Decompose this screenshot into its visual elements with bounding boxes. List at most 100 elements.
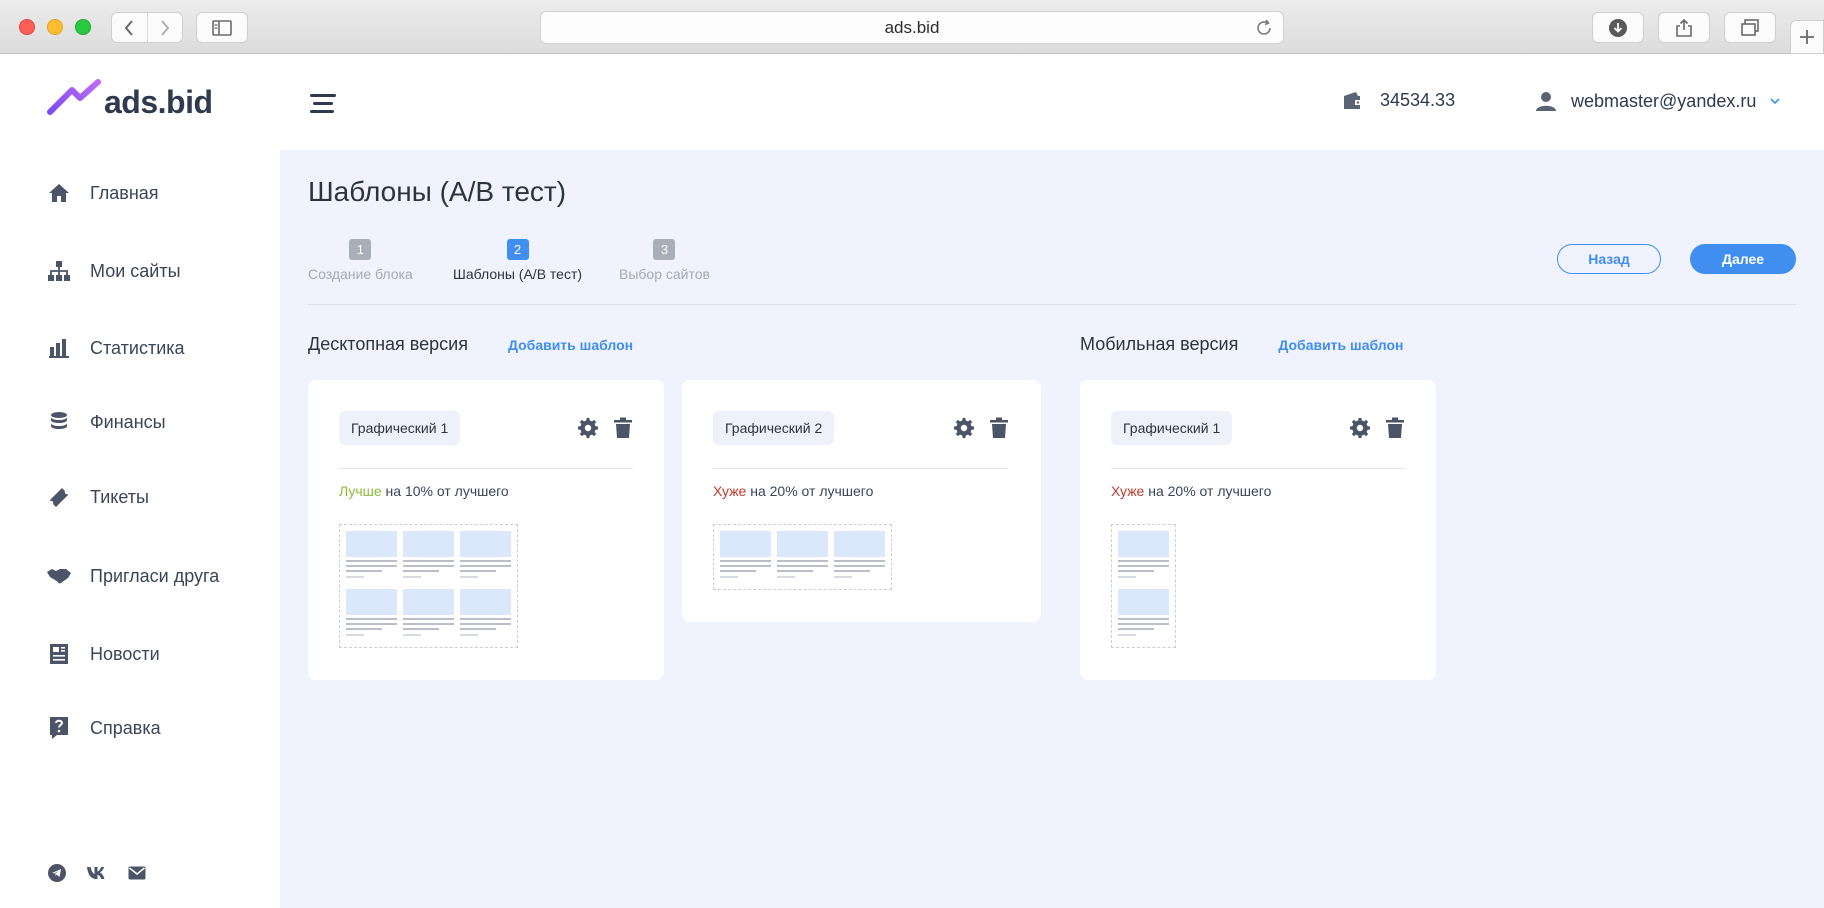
divider [308, 304, 1796, 305]
sidebar-item-label: Новости [90, 643, 160, 664]
sidebar-item-label: Статистика [90, 337, 185, 358]
new-tab-button[interactable] [1790, 20, 1824, 54]
social-links [46, 862, 148, 884]
telegram-icon[interactable] [46, 862, 68, 884]
ad-thumbnail [344, 587, 399, 643]
template-preview[interactable] [339, 524, 518, 648]
app-window: ads.bid 34534.33 webmaster@yandex.ru Гла… [0, 54, 1824, 908]
sidebar-item-label: Тикеты [90, 486, 149, 507]
add-template-link[interactable]: Добавить шаблон [1278, 337, 1403, 353]
sidebar-item-label: Мои сайты [90, 260, 181, 281]
sidebar-item-my-sites[interactable]: Мои сайты [46, 256, 181, 286]
trash-icon[interactable] [1385, 417, 1405, 439]
sidebar-item-label: Главная [90, 182, 159, 203]
ad-thumbnail [718, 529, 773, 585]
address-bar[interactable]: ads.bid [540, 11, 1284, 44]
balance[interactable]: 34534.33 [1342, 90, 1455, 111]
section-title: Десктопная версия [308, 334, 468, 354]
chevron-left-icon [124, 19, 134, 36]
wallet-icon [1344, 91, 1363, 109]
user-menu[interactable]: webmaster@yandex.ru [1535, 90, 1780, 112]
ad-thumbnail [344, 529, 399, 585]
template-card: Графический 1 Хуже на 20% от лучшего [1080, 380, 1436, 680]
step-number: 1 [349, 239, 372, 260]
bar-chart-icon [46, 335, 72, 361]
sidebar-item-statistics[interactable]: Статистика [46, 333, 185, 363]
ad-thumbnail [401, 587, 456, 643]
template-preview[interactable] [1111, 524, 1176, 648]
step-label: Шаблоны (А/В тест) [453, 266, 583, 282]
vk-icon[interactable] [86, 862, 108, 884]
sidebar-toggle-button[interactable] [196, 12, 248, 43]
chevron-down-icon [1770, 97, 1780, 104]
sidebar-item-label: Справка [90, 717, 161, 738]
reload-icon[interactable] [1255, 19, 1273, 37]
step-select-sites[interactable]: 3 Выбор сайтов [619, 239, 710, 282]
template-name: Графический 2 [713, 411, 835, 445]
verdict-detail: на 20% от лучшего [746, 483, 874, 499]
sidebar-item-help[interactable]: Справка [46, 713, 161, 743]
browser-toolbar: ads.bid [0, 0, 1824, 54]
minimize-window-button[interactable] [47, 19, 63, 35]
ab-result: Хуже на 20% от лучшего [713, 483, 873, 499]
sitemap-icon [46, 258, 72, 284]
page-title: Шаблоны (А/В тест) [308, 176, 567, 207]
sidebar-item-invite-friend[interactable]: Пригласи друга [46, 561, 219, 591]
menu-toggle-button[interactable] [310, 94, 336, 114]
user-icon [1536, 92, 1556, 111]
history-nav [111, 12, 183, 43]
plus-icon [1800, 30, 1814, 44]
verdict-detail: на 20% от лучшего [1144, 483, 1272, 499]
handshake-icon [46, 563, 72, 589]
step-create-block[interactable]: 1 Создание блока [308, 239, 413, 282]
tabs-icon [1741, 18, 1759, 36]
card-divider [713, 468, 1008, 469]
download-icon [1609, 18, 1627, 37]
template-name: Графический 1 [339, 411, 461, 445]
gear-icon[interactable] [953, 417, 975, 439]
top-bar: ads.bid 34534.33 webmaster@yandex.ru [0, 54, 1824, 150]
share-button[interactable] [1658, 12, 1710, 43]
trash-icon[interactable] [613, 417, 633, 439]
template-preview[interactable] [713, 524, 892, 590]
url-text: ads.bid [884, 17, 940, 37]
step-label: Создание блока [308, 266, 413, 282]
sidebar-item-finance[interactable]: Финансы [46, 407, 166, 437]
logo-text: ads.bid [104, 84, 213, 120]
ticket-icon [46, 484, 72, 510]
card-divider [339, 468, 633, 469]
gear-icon[interactable] [1349, 417, 1371, 439]
sidebar-item-tickets[interactable]: Тикеты [46, 482, 149, 512]
share-icon [1676, 18, 1692, 37]
ad-thumbnail [401, 529, 456, 585]
tabs-overview-button[interactable] [1724, 12, 1776, 43]
coins-icon [46, 409, 72, 435]
sidebar-item-home[interactable]: Главная [46, 178, 159, 208]
logo[interactable]: ads.bid [46, 74, 213, 124]
back-button[interactable]: Назад [1557, 244, 1661, 274]
sidebar: Главная Мои сайты Статистика Финансы Тик… [0, 150, 280, 908]
zoom-window-button[interactable] [75, 19, 91, 35]
user-email: webmaster@yandex.ru [1571, 90, 1757, 111]
next-button[interactable]: Далее [1690, 244, 1796, 274]
gear-icon[interactable] [577, 417, 599, 439]
close-window-button[interactable] [19, 19, 35, 35]
mail-icon[interactable] [126, 862, 148, 884]
newspaper-icon [46, 641, 72, 667]
verdict: Хуже [713, 483, 747, 499]
sidebar-icon [212, 19, 232, 36]
back-button[interactable] [112, 13, 147, 42]
sidebar-item-news[interactable]: Новости [46, 639, 160, 669]
downloads-button[interactable] [1592, 12, 1644, 43]
mobile-section-header: Мобильная версия Добавить шаблон [1080, 334, 1404, 355]
step-number: 3 [653, 239, 676, 260]
forward-button[interactable] [146, 13, 183, 42]
trash-icon[interactable] [989, 417, 1009, 439]
step-templates[interactable]: 2 Шаблоны (А/В тест) [453, 239, 582, 282]
card-divider [1111, 468, 1405, 469]
verdict: Хуже [1111, 483, 1145, 499]
step-number: 2 [506, 239, 529, 260]
ad-thumbnail [1116, 529, 1171, 585]
ad-thumbnail [458, 529, 513, 585]
add-template-link[interactable]: Добавить шаблон [508, 337, 633, 353]
